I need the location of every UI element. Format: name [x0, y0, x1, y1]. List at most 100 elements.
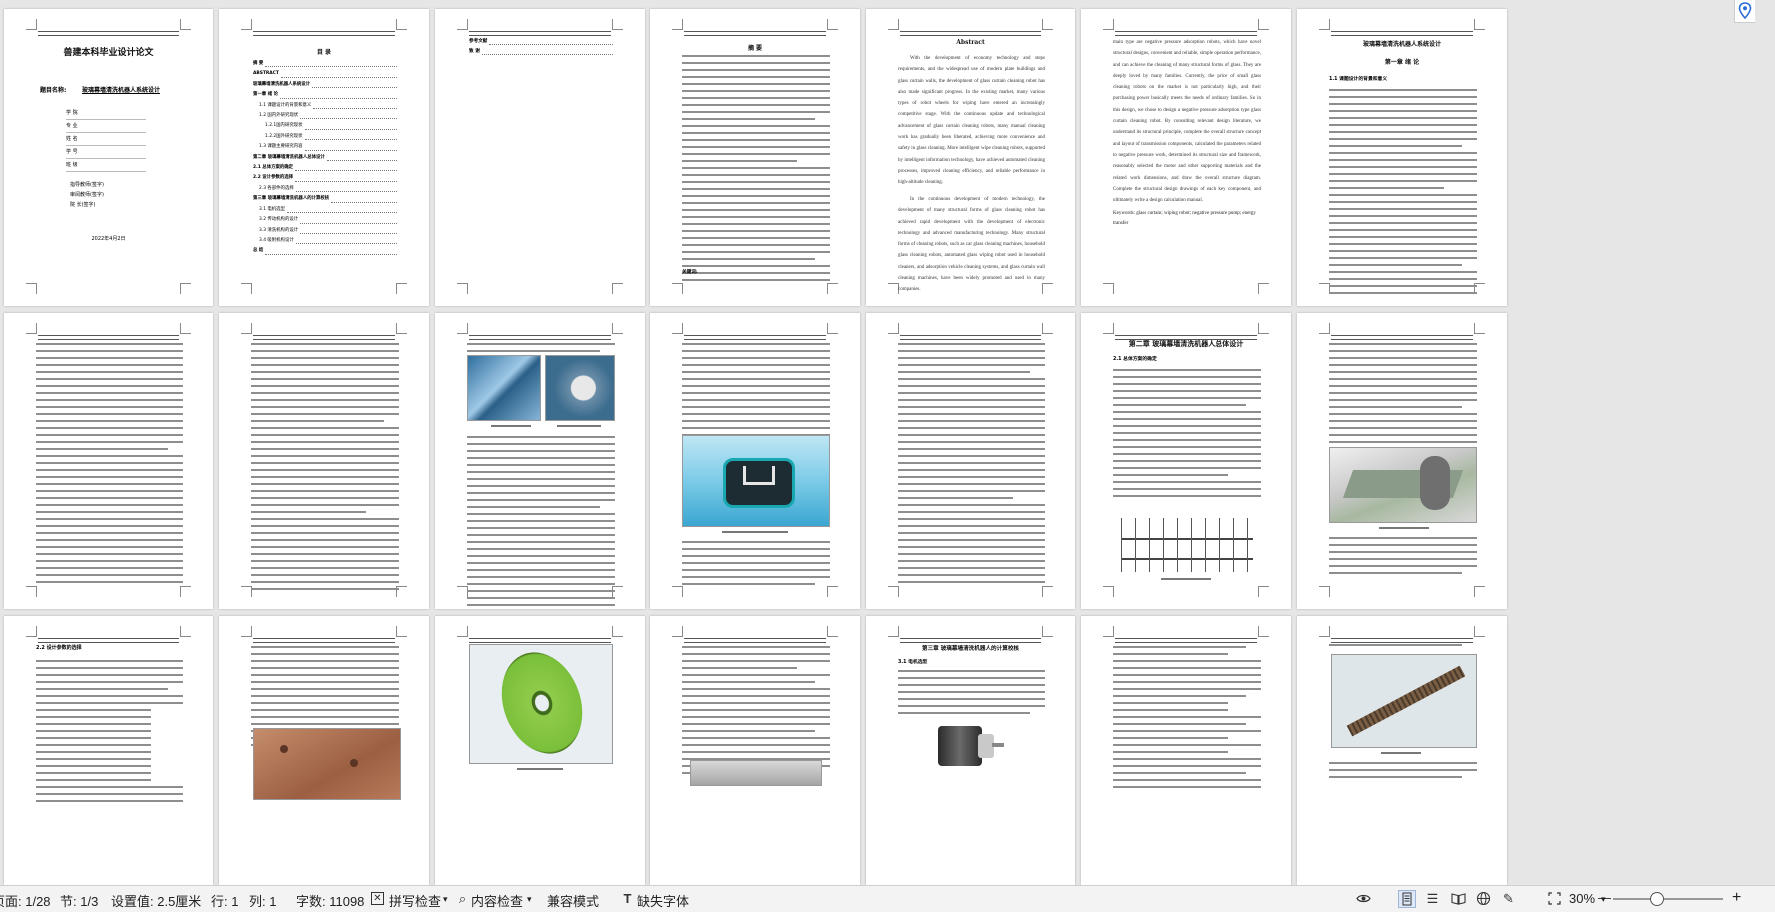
- toc-leader: [280, 76, 397, 78]
- toc-leader: [313, 108, 397, 110]
- toc-leader: [326, 160, 397, 162]
- page-17[interactable]: [219, 616, 429, 885]
- toc-entry[interactable]: 1.2.2国外研究现状: [253, 132, 399, 142]
- page-21[interactable]: [1081, 616, 1291, 885]
- abstract-en-para-1: With the development of economy technolo…: [898, 56, 1045, 186]
- toc-entry-label: 1.2 国内外研究现状: [259, 113, 299, 119]
- spellcheck-icon[interactable]: ✕: [371, 892, 384, 905]
- zoom-level[interactable]: 30%: [1569, 891, 1595, 906]
- row-indicator[interactable]: 行: 1: [211, 891, 238, 910]
- reading-view-icon[interactable]: [1451, 891, 1466, 906]
- page-abstract-cn[interactable]: 摘 要 关键词:: [650, 9, 860, 306]
- toc-entry[interactable]: 1.2 国内外研究现状: [253, 111, 399, 121]
- cover-title: 兽建本科毕业设计论文: [63, 48, 154, 58]
- page-section-2-2[interactable]: 2.2 设计参数的选择: [4, 616, 213, 885]
- page-toc[interactable]: 目 录 摘 要 ABSTRACT 玻璃幕墙清洗机器人系统设计 第一章 绪 论 1.1 课…: [219, 9, 429, 306]
- toc-leader: [300, 232, 397, 234]
- page-abstract-en[interactable]: Abstract With the development of economy…: [866, 9, 1075, 306]
- spellcheck-button[interactable]: 拼写检查: [389, 891, 441, 910]
- toc-entry[interactable]: 致 谢: [469, 47, 615, 57]
- fit-page-icon[interactable]: [1547, 891, 1562, 906]
- cover-field: 学 号: [66, 146, 146, 159]
- toc-entry[interactable]: 第三章 玻璃幕墙清洗机器人的计算校核: [253, 194, 399, 204]
- zoom-out-button[interactable]: —: [1598, 890, 1611, 905]
- toc-entry[interactable]: 摘 要: [253, 59, 399, 69]
- toc-leader: [300, 222, 397, 224]
- toc-entry[interactable]: 2.1 总体方案的确定: [253, 163, 399, 173]
- page-22[interactable]: [1297, 616, 1507, 885]
- toc-list: 摘 要 ABSTRACT 玻璃幕墙清洗机器人系统设计 第一章 绪 论 1.1 课题设计的…: [253, 59, 399, 257]
- column-indicator[interactable]: 列: 1: [249, 891, 276, 910]
- cover-signature: 院 长(签字): [70, 202, 96, 208]
- setting-value[interactable]: 设置值: 2.5厘米: [111, 891, 201, 910]
- toc-entry[interactable]: 1.3 课题主要研究内容: [253, 142, 399, 152]
- toc-entry[interactable]: 1.2.1国内研究现状: [253, 121, 399, 131]
- page-18[interactable]: [435, 616, 645, 885]
- toc-entry[interactable]: 2.2 设计参数的选择: [253, 173, 399, 183]
- toc-entry[interactable]: 3.4 吸附机构设计: [253, 236, 399, 246]
- toc-entry-label: 1.3 课题主要研究内容: [259, 144, 303, 150]
- zoom-slider[interactable]: [1613, 898, 1723, 900]
- page-12[interactable]: [650, 313, 860, 609]
- web-layout-icon[interactable]: [1476, 891, 1491, 906]
- missing-font-button[interactable]: 缺失字体: [637, 891, 689, 910]
- toc-leader: [280, 97, 397, 99]
- eye-protection-icon[interactable]: [1356, 891, 1371, 906]
- page-indicator[interactable]: 页面: 1/28: [0, 891, 51, 910]
- status-bar: 页面: 1/28 节: 1/3 设置值: 2.5厘米 行: 1 列: 1 字数:…: [0, 885, 1775, 912]
- outline-view-icon[interactable]: ☰: [1425, 891, 1440, 906]
- page-15[interactable]: [1297, 313, 1507, 609]
- page-9[interactable]: [4, 313, 213, 609]
- cover-field: 班 级: [66, 159, 146, 172]
- toc-entry[interactable]: 3.2 传动机构的设计: [253, 215, 399, 225]
- page-10[interactable]: [219, 313, 429, 609]
- toc-entry[interactable]: ABSTRACT: [253, 69, 399, 79]
- toc-entry[interactable]: 3.3 清洗机构的设计: [253, 226, 399, 236]
- page-11[interactable]: [435, 313, 645, 609]
- location-pin-icon[interactable]: [1734, 0, 1755, 23]
- page-19[interactable]: [650, 616, 860, 885]
- page-references[interactable]: 参考文献致 谢: [435, 9, 645, 306]
- toc-entry[interactable]: 3.1 电机选型: [253, 205, 399, 215]
- content-check-button[interactable]: 内容检查: [471, 891, 523, 910]
- toc-entry-label: 2.3 各部件的选择: [259, 185, 294, 191]
- toc-entry[interactable]: 参考文献: [469, 37, 615, 47]
- toc-entry[interactable]: 1.1 课题设计的背景和意义: [253, 101, 399, 111]
- zoom-in-button[interactable]: +: [1732, 889, 1741, 907]
- magnifier-check-icon[interactable]: ⌕: [455, 891, 470, 906]
- toc-entry-label: 致 谢: [469, 49, 480, 54]
- toc-leader: [489, 44, 613, 45]
- compat-mode-button[interactable]: 兼容模式: [547, 891, 599, 910]
- cover-field: 专 业: [66, 120, 146, 133]
- toc-entry[interactable]: 玻璃幕墙清洗机器人系统设计: [253, 80, 399, 90]
- chapter3-heading: 第三章 玻璃幕墙清洗机器人的计算校核: [921, 646, 1020, 652]
- figure-green-wheel: [469, 641, 613, 765]
- font-missing-icon[interactable]: T: [620, 891, 635, 906]
- toc-leader: [304, 128, 397, 130]
- chapter1-heading: 第一章 绪 论: [1384, 59, 1420, 66]
- page-chapter-2[interactable]: 第二章 玻璃幕墙清洗机器人总体设计 2.1 总体方案的确定: [1081, 313, 1291, 609]
- toc-entry[interactable]: 总 结: [253, 246, 399, 256]
- zoom-slider-thumb[interactable]: [1650, 892, 1664, 906]
- chevron-down-icon[interactable]: ▾: [527, 894, 532, 905]
- page-cover[interactable]: 兽建本科毕业设计论文 题目名称: 玻璃幕墙清洗机器人系统设计 学 院专 业姓 名…: [4, 9, 213, 306]
- abstract-cn-title: 摘 要: [747, 45, 763, 52]
- figure-robot-drawing: [1121, 518, 1253, 572]
- cover-topic: 玻璃幕墙清洗机器人系统设计: [82, 87, 161, 94]
- page-view-icon[interactable]: [1398, 890, 1416, 908]
- pen-annotate-icon[interactable]: ✎: [1501, 891, 1516, 906]
- page-chapter-3[interactable]: 第三章 玻璃幕墙清洗机器人的计算校核 3.1 电机选型: [866, 616, 1075, 885]
- figure-pool-robot: [682, 435, 830, 527]
- toc-entry[interactable]: 第二章 玻璃幕墙清洗机器人总体设计: [253, 153, 399, 163]
- toc-entry[interactable]: 2.3 各部件的选择: [253, 184, 399, 194]
- figure-robot-closeup: [545, 355, 615, 421]
- section-indicator[interactable]: 节: 1/3: [60, 891, 98, 910]
- document-workspace[interactable]: 兽建本科毕业设计论文 题目名称: 玻璃幕墙清洗机器人系统设计 学 院专 业姓 名…: [0, 0, 1755, 885]
- page-chapter-1[interactable]: 玻璃幕墙清洗机器人系统设计 第一章 绪 论 1.1 课题设计的背景和意义: [1297, 9, 1507, 306]
- word-count[interactable]: 字数: 11098: [296, 891, 364, 910]
- toc-entry[interactable]: 第一章 绪 论: [253, 90, 399, 100]
- figure-bracket: [690, 760, 822, 786]
- chevron-down-icon[interactable]: ▾: [443, 894, 448, 905]
- page-13[interactable]: [866, 313, 1075, 609]
- page-abstract-en-cont[interactable]: main type are negative pressure adsorpti…: [1081, 9, 1291, 306]
